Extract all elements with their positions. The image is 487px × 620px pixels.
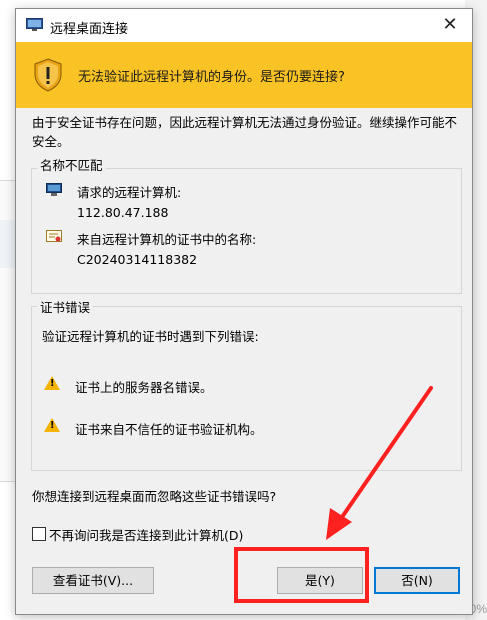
requested-computer-label: 请求的远程计算机: <box>77 185 182 200</box>
annotation-highlight-box <box>234 547 369 603</box>
dont-ask-again-label[interactable]: 不再询问我是否连接到此计算机(D) <box>49 525 243 544</box>
remote-desktop-icon <box>26 18 43 31</box>
window-title: 远程桌面连接 <box>50 22 129 37</box>
certificate-icon <box>46 230 62 242</box>
certificate-name-value: C20240314118382 <box>77 252 198 267</box>
certificate-error-item: 证书上的服务器名错误。 <box>75 380 213 395</box>
view-certificate-button[interactable]: 查看证书(V)... <box>32 567 154 594</box>
warning-icon <box>44 418 60 432</box>
dont-ask-again-checkbox[interactable] <box>32 527 46 541</box>
certificate-errors-heading: 证书错误 <box>37 297 94 316</box>
computer-icon <box>46 183 62 196</box>
rdp-certificate-dialog: 远程桌面连接 ✕ 无法验证此远程计算机的身份。是否仍要连接? 由于安全证书存在问… <box>15 8 473 615</box>
intro-text: 由于安全证书存在问题，因此远程计算机无法通过身份验证。继续操作可能不安全。 <box>32 115 458 149</box>
certificate-errors-description: 验证远程计算机的证书时遇到下列错误: <box>42 329 259 344</box>
warning-banner: 无法验证此远程计算机的身份。是否仍要连接? <box>16 42 472 108</box>
certificate-error-item: 证书来自不信任的证书验证机构。 <box>75 422 263 437</box>
requested-computer-value: 112.80.47.188 <box>77 205 169 220</box>
warning-shield-icon <box>34 58 62 92</box>
certificate-name-label: 来自远程计算机的证书中的名称: <box>77 232 257 247</box>
warning-icon <box>44 376 60 390</box>
name-mismatch-heading: 名称不匹配 <box>37 155 106 174</box>
warning-message: 无法验证此远程计算机的身份。是否仍要连接? <box>78 70 345 85</box>
no-button[interactable]: 否(N) <box>374 567 460 594</box>
close-button[interactable]: ✕ <box>428 9 472 42</box>
ignore-errors-question: 你想连接到远程桌面而忽略这些证书错误吗? <box>32 489 277 504</box>
title-bar: 远程桌面连接 ✕ <box>16 9 472 42</box>
